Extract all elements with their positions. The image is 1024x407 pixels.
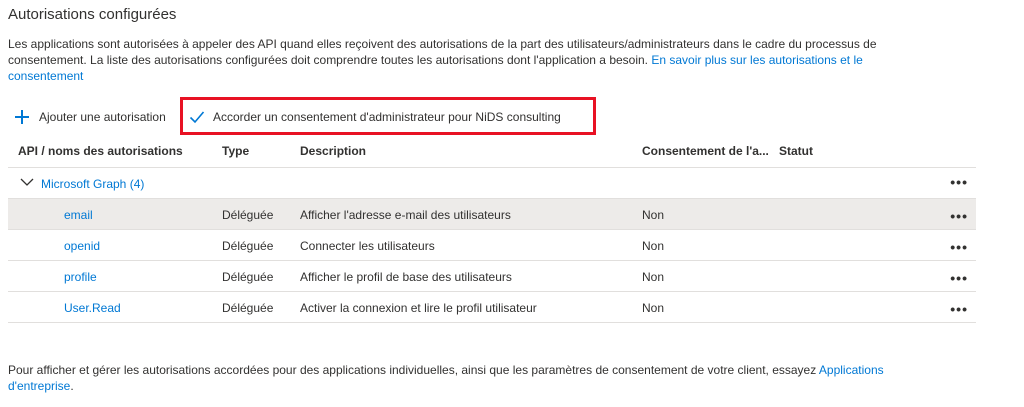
permission-name-link[interactable]: openid <box>64 239 100 253</box>
permission-type: Déléguée <box>222 239 274 253</box>
table-row[interactable]: openid Déléguée Connecter les utilisateu… <box>8 230 976 261</box>
column-header-status[interactable]: Statut <box>779 144 813 158</box>
permission-type: Déléguée <box>222 301 274 315</box>
grant-admin-consent-button[interactable]: Accorder un consentement d'administrateu… <box>189 107 561 127</box>
footer-suffix: . <box>70 379 74 393</box>
table-row[interactable]: email Déléguée Afficher l'adresse e-mail… <box>8 199 976 230</box>
more-options-icon[interactable]: ••• <box>950 174 968 190</box>
column-header-type[interactable]: Type <box>222 144 249 158</box>
add-permission-button[interactable]: Ajouter une autorisation <box>14 107 166 127</box>
grant-admin-consent-label: Accorder un consentement d'administrateu… <box>213 110 561 124</box>
more-options-icon[interactable]: ••• <box>950 239 968 255</box>
footer-text: Pour afficher et gérer les autorisations… <box>8 363 819 377</box>
checkmark-icon <box>189 111 205 124</box>
table-header: API / noms des autorisations Type Descri… <box>8 137 976 168</box>
toolbar: Ajouter une autorisation Accorder un con… <box>0 97 1024 137</box>
permission-description: Activer la connexion et lire le profil u… <box>300 301 537 315</box>
add-permission-label: Ajouter une autorisation <box>39 110 166 124</box>
chevron-down-icon[interactable] <box>20 177 34 187</box>
column-header-api[interactable]: API / noms des autorisations <box>18 144 183 158</box>
permission-description: Afficher l'adresse e-mail des utilisateu… <box>300 208 511 222</box>
permission-name-link[interactable]: profile <box>64 270 97 284</box>
api-group-label[interactable]: Microsoft Graph (4) <box>41 177 144 191</box>
column-header-admin-consent[interactable]: Consentement de l'a... <box>642 144 769 158</box>
permission-name-link[interactable]: email <box>64 208 93 222</box>
permission-description: Afficher le profil de base des utilisate… <box>300 270 512 284</box>
more-options-icon[interactable]: ••• <box>950 208 968 224</box>
permission-type: Déléguée <box>222 208 274 222</box>
intro-paragraph: Les applications sont autorisées à appel… <box>8 36 913 84</box>
column-header-description[interactable]: Description <box>300 144 366 158</box>
admin-consent-value: Non <box>642 301 665 315</box>
api-group-row[interactable]: Microsoft Graph (4) ••• <box>8 168 976 199</box>
table-row[interactable]: profile Déléguée Afficher le profil de b… <box>8 261 976 292</box>
permission-name-link[interactable]: User.Read <box>64 301 121 315</box>
section-title: Autorisations configurées <box>8 6 177 23</box>
permissions-table: API / noms des autorisations Type Descri… <box>8 137 976 323</box>
footer-paragraph: Pour afficher et gérer les autorisations… <box>8 362 928 394</box>
permission-description: Connecter les utilisateurs <box>300 239 435 253</box>
admin-consent-value: Non <box>642 208 665 222</box>
admin-consent-value: Non <box>642 239 665 253</box>
permission-type: Déléguée <box>222 270 274 284</box>
plus-icon <box>14 109 30 125</box>
admin-consent-value: Non <box>642 270 665 284</box>
more-options-icon[interactable]: ••• <box>950 270 968 286</box>
table-row[interactable]: User.Read Déléguée Activer la connexion … <box>8 292 976 323</box>
more-options-icon[interactable]: ••• <box>950 301 968 317</box>
